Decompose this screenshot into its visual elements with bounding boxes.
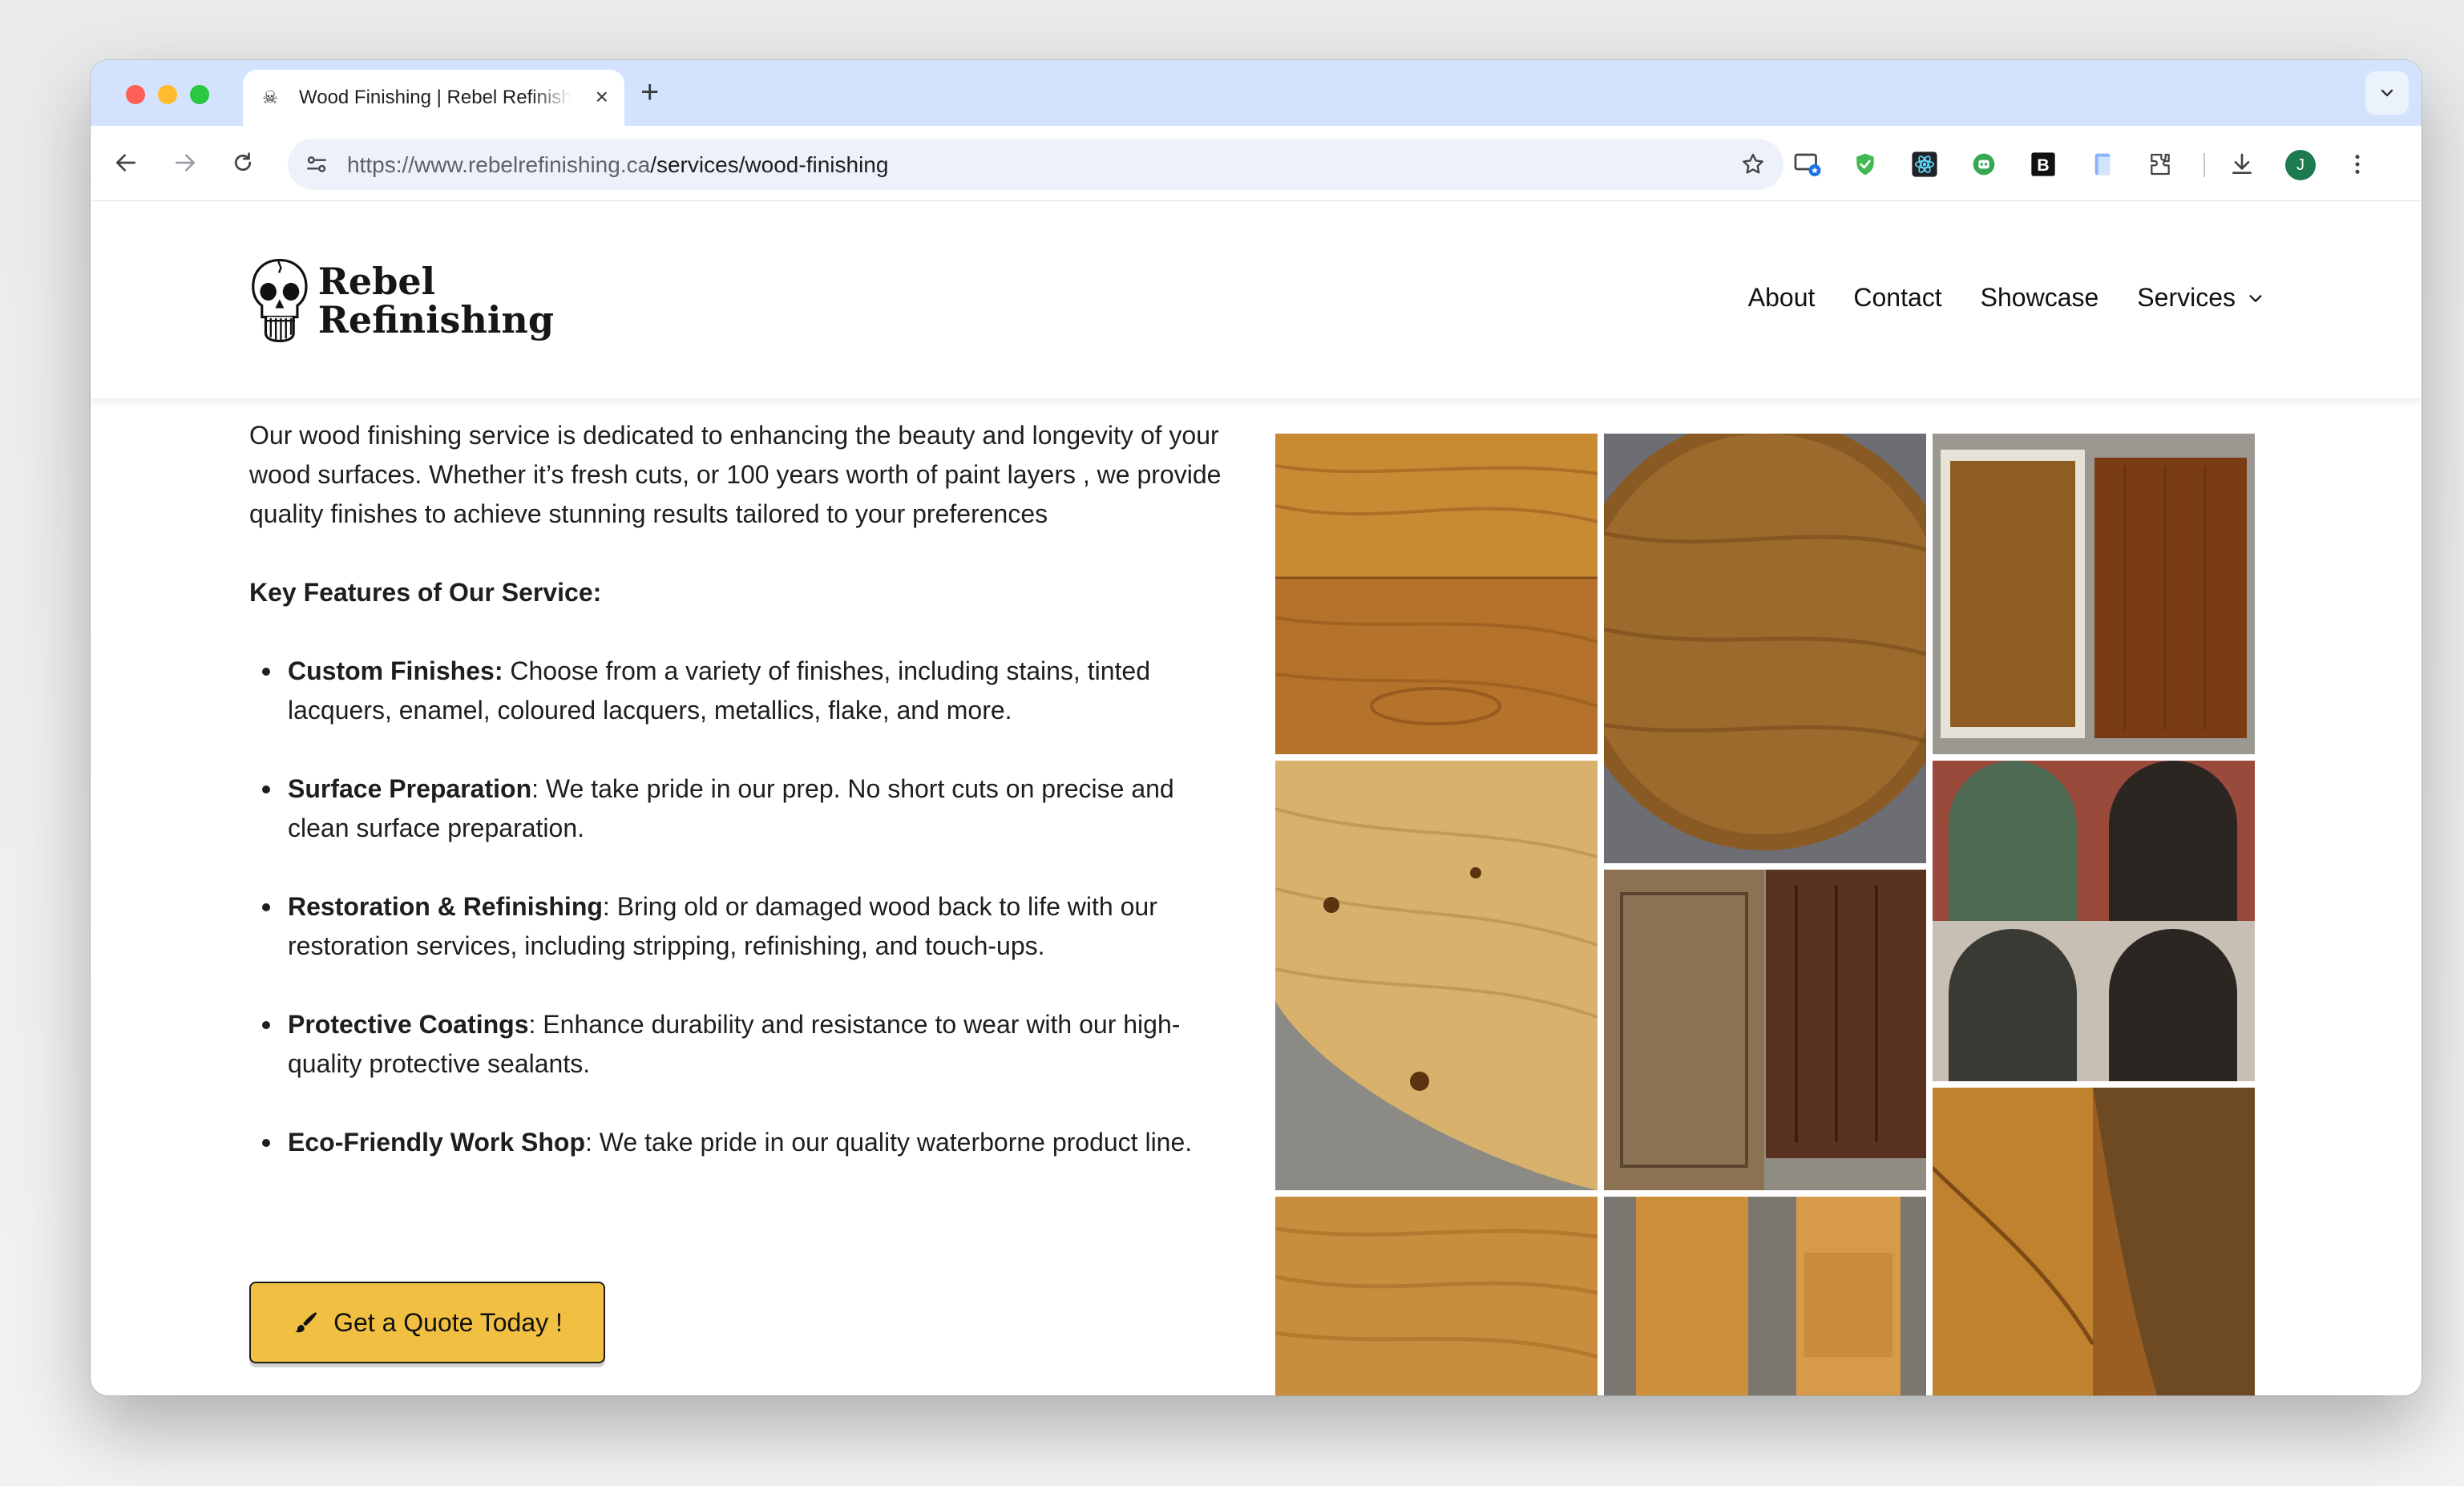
profile-avatar[interactable]: J	[2285, 150, 2316, 180]
chevron-down-icon	[2249, 294, 2262, 302]
feature-title: Protective Coatings	[288, 1010, 529, 1039]
tab-title: Wood Finishing | Rebel Refinishing	[299, 87, 572, 108]
robot-extension-icon[interactable]	[1969, 150, 1998, 179]
url-text: https://www.rebelrefinishing.ca/services…	[347, 152, 888, 178]
logo-line-1: Rebel	[317, 260, 436, 303]
nav-services[interactable]: Services	[2137, 283, 2264, 313]
url-host: https://www.rebelrefinishing.ca	[347, 152, 651, 177]
features-heading: Key Features of Our Service:	[249, 578, 602, 607]
gallery-image-table-tops[interactable]	[1933, 434, 2255, 754]
list-item: Protective Coatings: Enhance durability …	[262, 1005, 1235, 1084]
shield-extension-icon[interactable]	[1851, 150, 1880, 179]
logo-line-2: Refinishing	[317, 298, 554, 341]
get-quote-label: Get a Quote Today !	[333, 1307, 563, 1337]
toolbar-separator	[2203, 153, 2205, 177]
chevron-down-icon	[2381, 89, 2393, 97]
nav-about[interactable]: About	[1748, 283, 1816, 313]
forward-icon[interactable]	[169, 147, 201, 179]
gallery-image-doors[interactable]	[1933, 761, 2255, 1081]
react-devtools-icon[interactable]	[1910, 150, 1939, 179]
skull-logo-icon	[252, 258, 308, 343]
feature-title: Custom Finishes:	[288, 656, 503, 685]
download-icon[interactable]	[2228, 150, 2256, 179]
gallery-image-panels[interactable]	[1604, 870, 1926, 1190]
gallery-image-pine-table[interactable]	[1275, 761, 1598, 1190]
list-item: Surface Preparation: We take pride in ou…	[262, 769, 1235, 848]
extensions-puzzle-icon[interactable]	[2146, 150, 2175, 179]
browser-window: ☠ Wood Finishing | Rebel Refinishing × +…	[91, 60, 2422, 1395]
close-window-button[interactable]	[126, 85, 145, 104]
back-icon[interactable]	[110, 147, 142, 179]
zoom-window-button[interactable]	[190, 85, 209, 104]
logo-wordmark: Rebel Refinishing	[318, 262, 554, 339]
nav-services-label: Services	[2137, 283, 2236, 312]
site-settings-icon[interactable]	[304, 151, 329, 177]
bookmark-star-icon[interactable]	[1740, 151, 1766, 177]
list-item: Custom Finishes: Choose from a variety o…	[262, 652, 1235, 730]
service-description: Our wood finishing service is dedicated …	[249, 416, 1235, 1201]
site-header: Rebel Refinishing About Contact Showcase…	[91, 201, 2422, 398]
feature-title: Surface Preparation	[288, 774, 532, 803]
browser-toolbar: https://www.rebelrefinishing.ca/services…	[91, 126, 2422, 201]
gallery-image-cabinet[interactable]	[1604, 1197, 1926, 1395]
gallery-image-round-table[interactable]	[1604, 434, 1926, 863]
close-tab-icon[interactable]: ×	[596, 86, 608, 108]
minimize-window-button[interactable]	[158, 85, 177, 104]
list-item: Restoration & Refinishing: Bring old or …	[262, 887, 1235, 966]
bold-extension-icon[interactable]: B	[2029, 150, 2058, 179]
tab-strip: ☠ Wood Finishing | Rebel Refinishing × +	[91, 60, 2422, 126]
intro-paragraph: Our wood finishing service is dedicated …	[249, 421, 1222, 528]
new-tab-icon[interactable]: +	[640, 75, 659, 110]
skull-favicon-icon: ☠	[262, 87, 278, 107]
paintbrush-icon	[295, 1312, 317, 1333]
web-page: Rebel Refinishing About Contact Showcase…	[91, 201, 2422, 1395]
gallery-image-oak-table[interactable]	[1275, 434, 1598, 754]
feature-title: Restoration & Refinishing	[288, 892, 603, 921]
reader-extension-icon[interactable]	[2088, 150, 2117, 179]
nav-showcase[interactable]: Showcase	[1981, 283, 2099, 313]
list-item: Eco-Friendly Work Shop: We take pride in…	[262, 1123, 1235, 1162]
cast-icon[interactable]	[1793, 150, 1822, 179]
site-logo[interactable]: Rebel Refinishing	[249, 244, 554, 357]
address-bar[interactable]: https://www.rebelrefinishing.ca/services…	[288, 139, 1783, 190]
feature-text: : We take pride in our quality waterborn…	[585, 1128, 1193, 1157]
url-path: /services/wood-finishing	[650, 152, 889, 177]
nav-contact[interactable]: Contact	[1853, 283, 1941, 313]
gallery-image-elm-board[interactable]	[1275, 1197, 1598, 1395]
svg-text:B: B	[2037, 155, 2049, 175]
browser-menu-icon[interactable]	[2343, 150, 2372, 179]
get-quote-button[interactable]: Get a Quote Today !	[249, 1282, 605, 1363]
features-list: Custom Finishes: Choose from a variety o…	[249, 652, 1235, 1162]
feature-title: Eco-Friendly Work Shop	[288, 1128, 585, 1157]
reload-icon[interactable]	[227, 147, 259, 179]
browser-tab[interactable]: ☠ Wood Finishing | Rebel Refinishing ×	[243, 70, 624, 126]
tab-search-button[interactable]	[2365, 71, 2409, 115]
main-nav: About Contact Showcase Services	[1748, 283, 2264, 313]
gallery-image-table-edge[interactable]	[1933, 1088, 2255, 1395]
wood-finishing-gallery	[1275, 434, 2263, 1395]
